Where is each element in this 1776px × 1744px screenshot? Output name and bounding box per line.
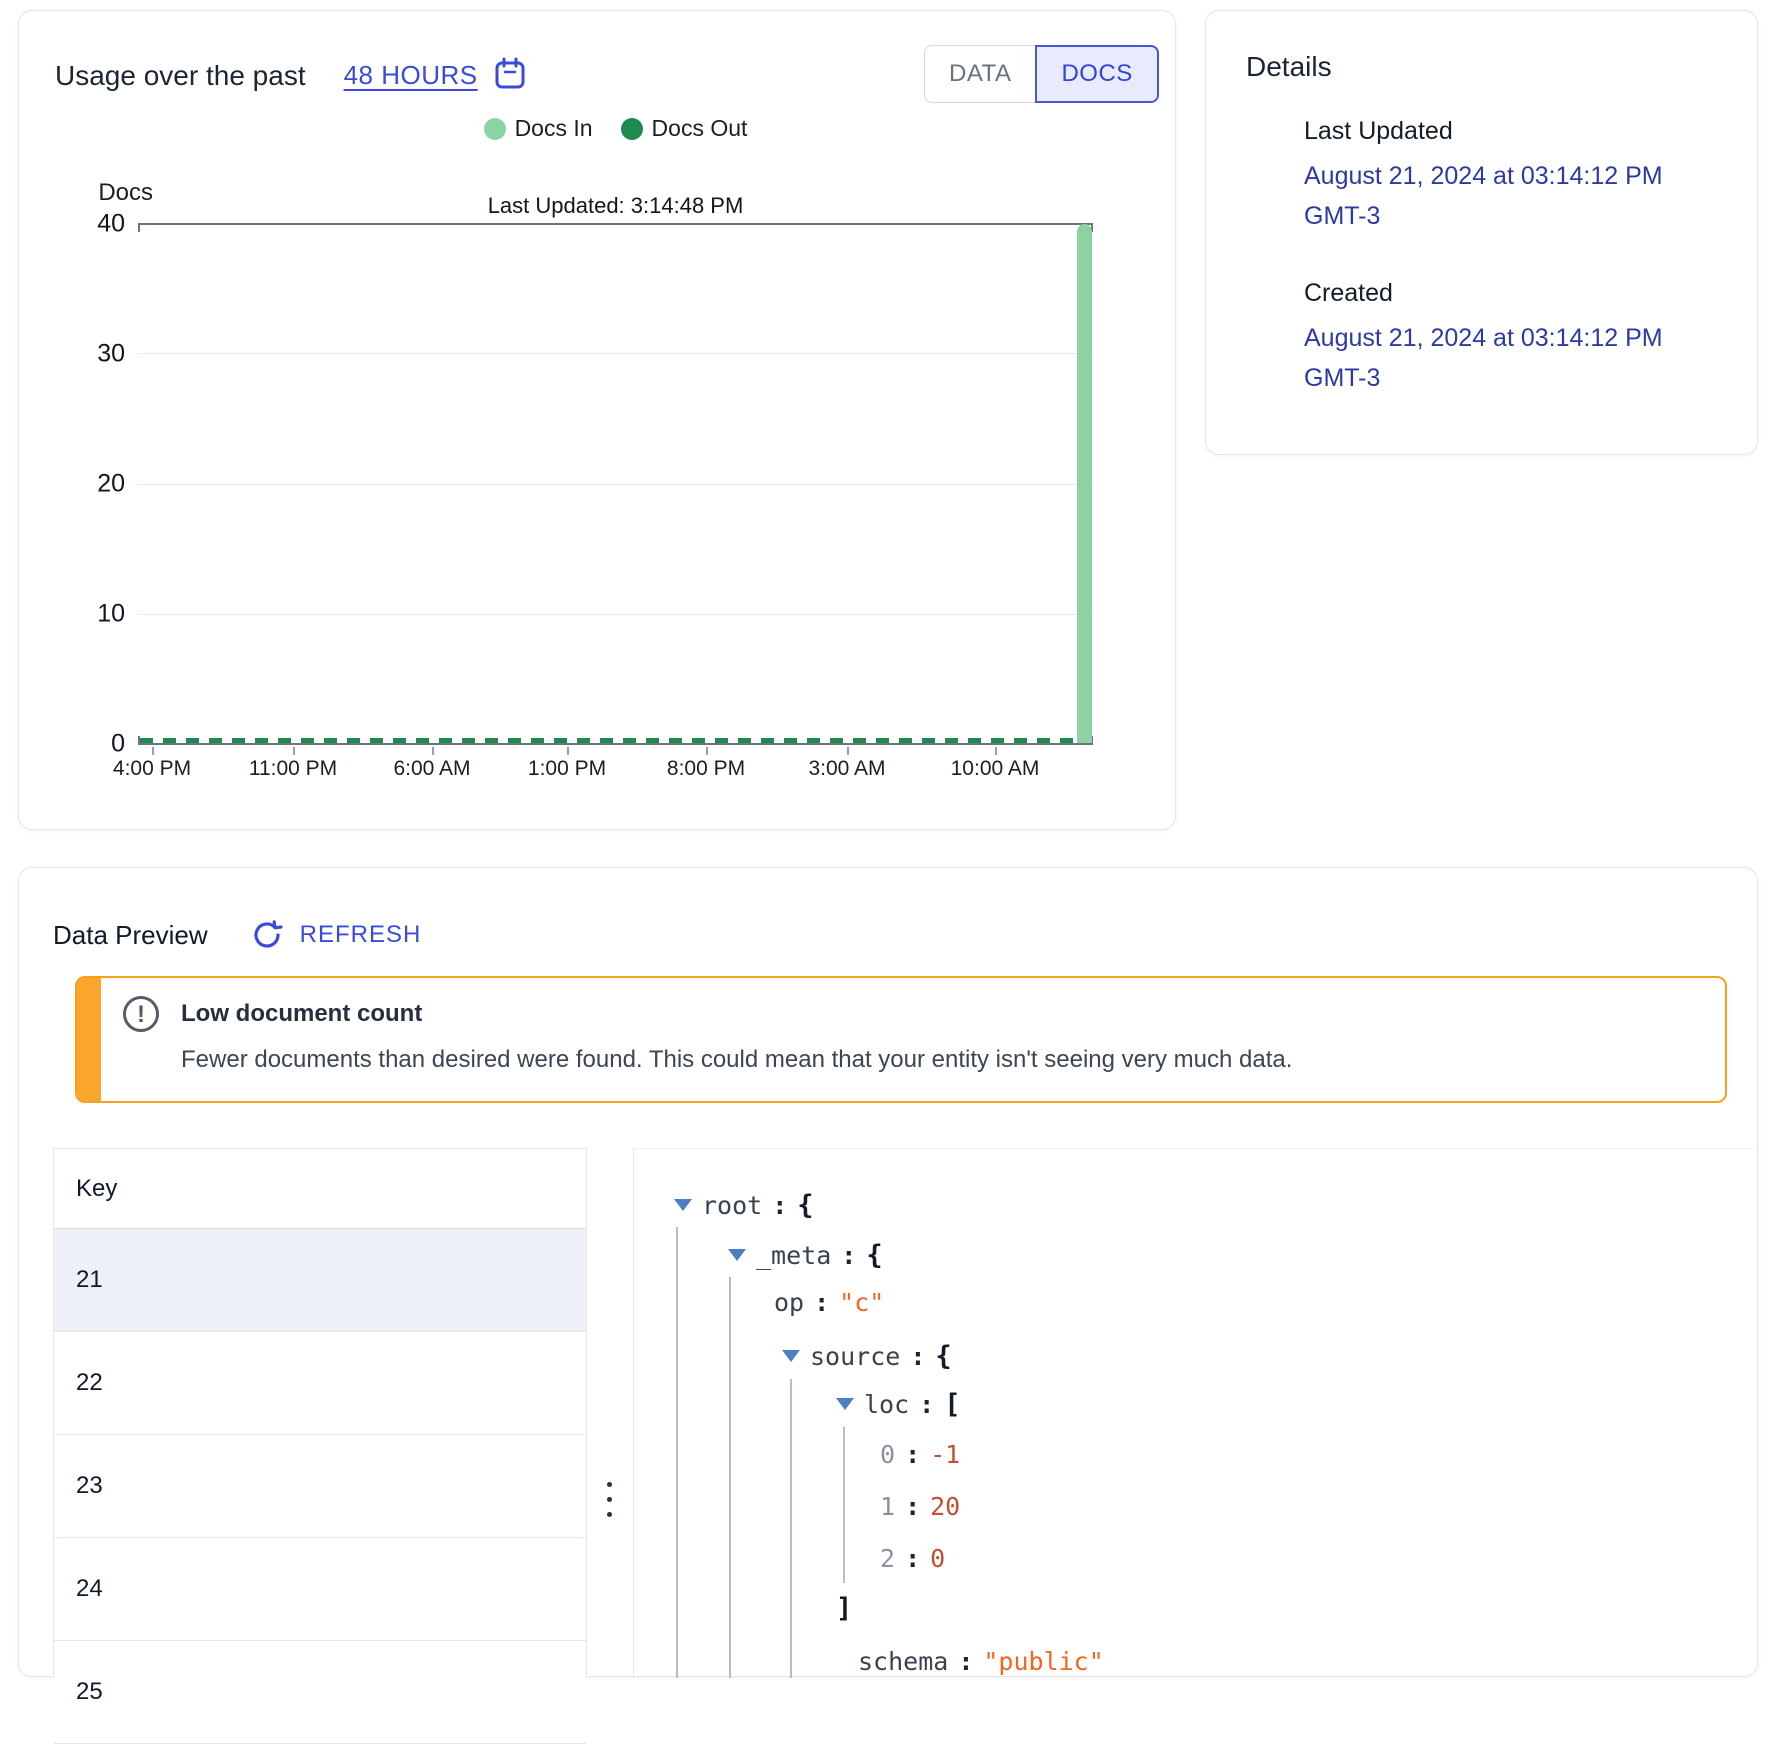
- x-tickmark: [706, 747, 708, 755]
- indent-guide: [676, 1227, 678, 1678]
- legend-docs-out: Docs Out: [621, 115, 748, 142]
- data-preview-card: Data Preview REFRESH ! Low document coun…: [18, 867, 1758, 1677]
- indent-guide: [790, 1379, 792, 1678]
- tab-data[interactable]: DATA: [924, 45, 1035, 103]
- key-table: Key 21 22 23 24 25: [53, 1148, 587, 1678]
- key-column-header: Key: [54, 1149, 586, 1229]
- detail-created: Created August 21, 2024 at 03:14:12 PM G…: [1304, 279, 1704, 398]
- docs-out-dot-icon: [621, 118, 643, 140]
- axis-cap: [138, 223, 140, 232]
- legend-docs-in: Docs In: [484, 115, 593, 142]
- refresh-button[interactable]: REFRESH: [250, 918, 422, 952]
- x-tick: 11:00 PM: [249, 757, 337, 781]
- json-tree-panel: root : { _meta : { op : "c" source : { l…: [633, 1148, 1753, 1678]
- warning-icon: !: [123, 996, 159, 1032]
- detail-last-updated: Last Updated August 21, 2024 at 03:14:12…: [1304, 117, 1704, 236]
- json-line: op : "c": [774, 1277, 884, 1327]
- docs-in-spike-bar[interactable]: [1077, 224, 1092, 743]
- x-tickmark: [995, 747, 997, 755]
- x-tick: 4:00 PM: [113, 757, 191, 781]
- json-line: 1 : 20: [880, 1481, 960, 1531]
- x-tick: 6:00 AM: [393, 757, 470, 781]
- panel-resize-handle[interactable]: [607, 1482, 613, 1527]
- warning-body: Fewer documents than desired were found.…: [181, 1046, 1292, 1074]
- gridline-30: [138, 353, 1093, 354]
- x-tick: 8:00 PM: [667, 757, 745, 781]
- x-tickmark: [152, 747, 154, 755]
- json-line: root : {: [674, 1180, 814, 1230]
- warning-accent-bar: [77, 978, 101, 1101]
- x-tickmark: [293, 747, 295, 755]
- collapse-arrow-icon[interactable]: [728, 1249, 746, 1261]
- table-row[interactable]: 23: [54, 1435, 586, 1538]
- usage-card: Usage over the past 48 HOURS DATA DOCS D…: [18, 10, 1176, 830]
- json-line: _meta : {: [728, 1230, 883, 1280]
- docs-in-dot-icon: [484, 118, 506, 140]
- docs-out-series-line: [140, 738, 1091, 743]
- json-line: ]: [836, 1583, 852, 1633]
- gridline-20: [138, 484, 1093, 485]
- y-tick: 30: [25, 340, 125, 369]
- refresh-label: REFRESH: [300, 921, 422, 949]
- details-title: Details: [1246, 51, 1332, 83]
- collapse-arrow-icon[interactable]: [836, 1398, 854, 1410]
- x-tick: 3:00 AM: [808, 757, 885, 781]
- detail-value: August 21, 2024 at 03:14:12 PM GMT-3: [1304, 156, 1684, 236]
- chart-top-axis: [138, 223, 1093, 225]
- chart-title: Last Updated: 3:14:48 PM: [138, 193, 1093, 219]
- low-document-count-warning: ! Low document count Fewer documents tha…: [75, 976, 1727, 1103]
- x-tickmark: [847, 747, 849, 755]
- table-row[interactable]: 25: [54, 1641, 586, 1744]
- calendar-icon[interactable]: [492, 55, 528, 96]
- x-tick: 10:00 AM: [951, 757, 1040, 781]
- gridline-10: [138, 614, 1093, 615]
- table-row[interactable]: 24: [54, 1538, 586, 1641]
- y-tick: 0: [25, 730, 125, 759]
- collapse-arrow-icon[interactable]: [674, 1199, 692, 1211]
- usage-title: Usage over the past: [55, 60, 306, 92]
- x-tick: 1:00 PM: [528, 757, 606, 781]
- detail-label: Last Updated: [1304, 117, 1704, 146]
- details-card: Details Last Updated August 21, 2024 at …: [1205, 10, 1758, 455]
- indent-guide: [843, 1427, 845, 1583]
- warning-title: Low document count: [181, 1000, 422, 1028]
- usage-bar-chart: [138, 223, 1093, 745]
- y-tick: 20: [25, 470, 125, 499]
- json-line: loc : [: [836, 1379, 960, 1429]
- json-line: source : {: [782, 1331, 952, 1381]
- y-tick: 10: [25, 600, 125, 629]
- json-line: schema : "public": [858, 1636, 1104, 1678]
- data-docs-toggle: DATA DOCS: [924, 45, 1159, 103]
- table-row[interactable]: 21: [54, 1229, 586, 1332]
- table-row[interactable]: 22: [54, 1332, 586, 1435]
- chart-legend: Docs In Docs Out: [138, 115, 1093, 142]
- time-range-link[interactable]: 48 HOURS: [344, 60, 478, 91]
- y-tick: 40: [25, 210, 125, 239]
- detail-label: Created: [1304, 279, 1704, 308]
- preview-title: Data Preview: [53, 920, 208, 951]
- refresh-icon: [250, 918, 284, 952]
- detail-value: August 21, 2024 at 03:14:12 PM GMT-3: [1304, 318, 1684, 398]
- tab-docs[interactable]: DOCS: [1035, 45, 1158, 103]
- usage-header: Usage over the past 48 HOURS: [55, 55, 528, 96]
- chart-baseline: [138, 743, 1093, 745]
- json-line: 2 : 0: [880, 1533, 945, 1583]
- x-tickmark: [567, 747, 569, 755]
- y-axis-name: Docs: [19, 179, 153, 207]
- json-line: 0 : -1: [880, 1429, 960, 1479]
- collapse-arrow-icon[interactable]: [782, 1350, 800, 1362]
- indent-guide: [729, 1277, 731, 1678]
- x-tickmark: [432, 747, 434, 755]
